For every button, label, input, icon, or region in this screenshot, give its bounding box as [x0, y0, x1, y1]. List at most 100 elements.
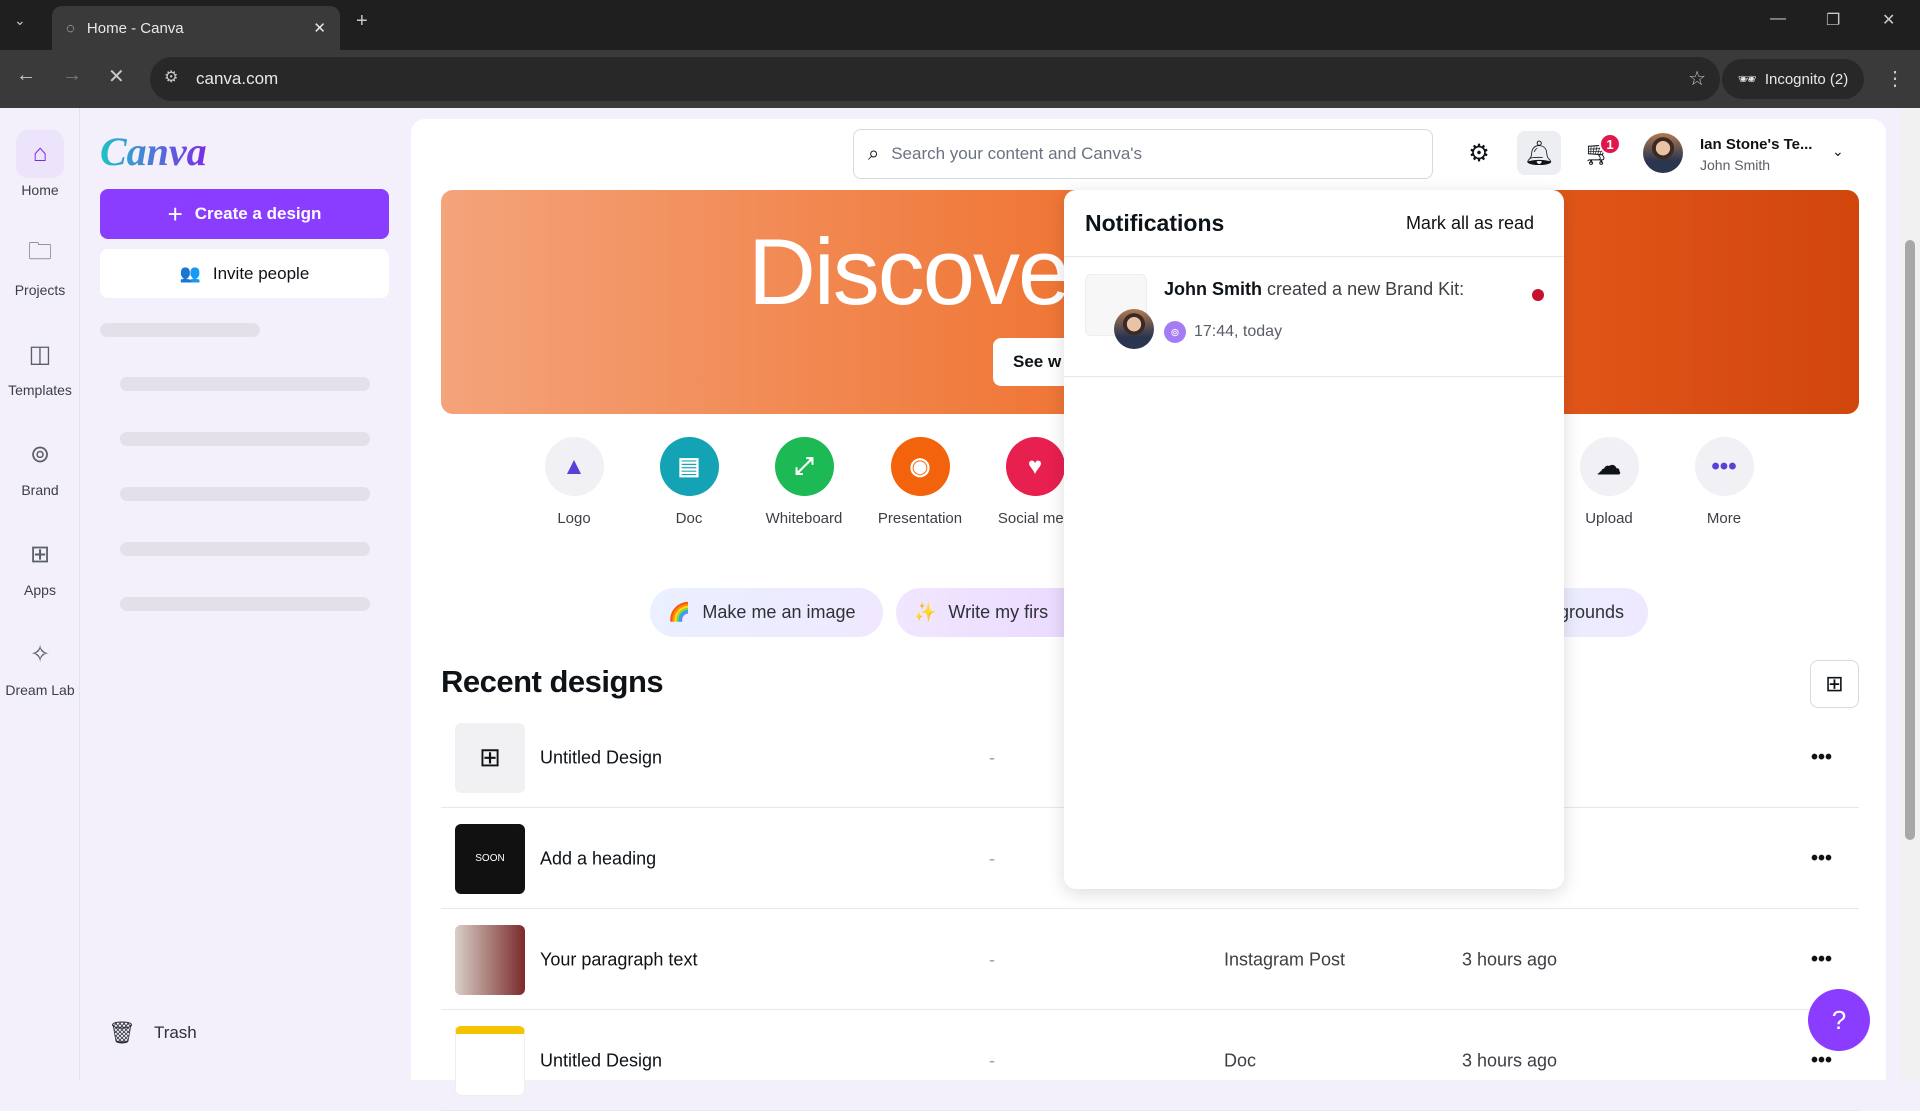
browser-tab[interactable]: ◌ Home - Canva ✕ — [52, 6, 340, 50]
scrollbar-thumb[interactable] — [1905, 240, 1915, 840]
new-tab-button[interactable]: + — [356, 10, 368, 33]
notifications-panel: Notifications Mark all as read John Smit… — [1064, 190, 1564, 889]
dream-lab-icon: ✧ — [29, 640, 51, 668]
design-name[interactable]: Untitled Design — [540, 1050, 662, 1071]
rail-item-templates[interactable]: ◫ Templates — [0, 330, 80, 399]
minimize-button[interactable]: — — [1770, 10, 1786, 28]
canva-logo[interactable]: Canva — [100, 128, 207, 175]
doc-icon: ▤ — [659, 437, 719, 496]
social-media-icon: ♥ — [1005, 437, 1065, 496]
rail-item-dream-lab[interactable]: ✧ Dream Lab — [0, 630, 80, 699]
banner-title: Discover — [748, 219, 1100, 324]
url-field[interactable]: ⚙ canva.com ☆ — [150, 57, 1720, 101]
ai-prompt-make-image[interactable]: 🌈 Make me an image — [650, 588, 883, 637]
quick-action-logo[interactable]: ▲ Logo — [519, 437, 629, 527]
notification-time: 17:44, today — [1194, 323, 1283, 340]
browser-menu-icon[interactable]: ⋮ — [1885, 66, 1905, 91]
quick-action-label: Doc — [675, 510, 703, 527]
avatar[interactable] — [1643, 133, 1683, 173]
stop-loading-button[interactable]: ✕ — [108, 64, 125, 89]
search-input[interactable]: ⌕ Search your content and Canva's — [853, 129, 1433, 179]
site-info-icon[interactable]: ⚙ — [164, 67, 178, 87]
quick-action-upload[interactable]: ☁ Upload — [1554, 437, 1664, 527]
grid-view-button[interactable]: ⊞ — [1810, 660, 1859, 708]
avatar — [1114, 309, 1154, 349]
add-person-icon: 👥 — [179, 263, 201, 283]
forward-button[interactable]: → — [62, 64, 82, 87]
design-owner: - — [989, 747, 995, 767]
rail-item-brand[interactable]: ⊚ Brand — [0, 430, 80, 499]
rail-label: Brand — [21, 482, 59, 498]
design-owner: - — [989, 848, 995, 868]
tab-search-button[interactable]: ⌄ — [14, 12, 26, 29]
sparkle-icon: ✨ — [914, 602, 937, 622]
quick-action-label: Whiteboard — [765, 510, 843, 527]
rail-item-home[interactable]: ⌂ Home — [0, 130, 80, 198]
invite-label: Invite people — [212, 263, 310, 283]
notification-item[interactable]: John Smith created a new Brand Kit: ⊚ 17… — [1064, 257, 1564, 377]
notifications-title: Notifications — [1085, 210, 1225, 236]
more-options-icon[interactable]: ••• — [1811, 948, 1832, 971]
close-window-button[interactable]: ✕ — [1882, 10, 1895, 30]
design-owner: - — [989, 1050, 995, 1070]
rail-item-apps[interactable]: ⊞ Apps — [0, 530, 80, 599]
more-icon: ••• — [1694, 437, 1754, 496]
table-row[interactable]: Your paragraph text - Instagram Post 3 hour… — [441, 910, 1859, 1010]
back-button[interactable]: ← — [16, 64, 36, 87]
more-options-icon[interactable]: ••• — [1811, 847, 1832, 870]
invite-people-button[interactable]: 👥 Invite people — [100, 249, 389, 298]
quick-action-presentation[interactable]: ◉ Presentation — [865, 437, 975, 527]
pill-label: grounds — [1558, 602, 1624, 622]
left-rail: ⌂ Home 🗀 Projects ◫ Templates ⊚ Brand ⊞ Apps … — [0, 108, 80, 1080]
restore-button[interactable]: ❐ — [1826, 10, 1840, 30]
notifications-bell-icon[interactable]: 🔔︎ — [1517, 131, 1561, 175]
table-row[interactable]: Untitled Design - Doc 3 hours ago ••• — [441, 1011, 1859, 1111]
quick-action-doc[interactable]: ▤ Doc — [634, 437, 744, 527]
design-name[interactable]: Your paragraph text — [540, 949, 697, 970]
quick-action-more[interactable]: ••• More — [1669, 437, 1779, 527]
more-options-icon[interactable]: ••• — [1811, 746, 1832, 769]
presentation-icon: ◉ — [890, 437, 950, 496]
bookmark-star-icon[interactable]: ☆ — [1688, 66, 1706, 91]
more-options-icon[interactable]: ••• — [1811, 1049, 1832, 1072]
search-placeholder: Search your content and Canva's — [891, 144, 1143, 163]
create-label: Create a design — [194, 204, 322, 223]
design-name[interactable]: Add a heading — [540, 848, 656, 869]
design-thumbnail — [455, 1025, 525, 1096]
user-name: John Smith — [1700, 157, 1771, 173]
upload-icon: ☁ — [1579, 437, 1639, 496]
apps-icon: ⊞ — [29, 540, 51, 568]
design-type: Doc — [1224, 1050, 1257, 1070]
help-label: ? — [1831, 1004, 1847, 1035]
rail-label: Home — [21, 182, 59, 198]
plus-icon: + — [167, 198, 183, 229]
incognito-indicator[interactable]: 🕶 Incognito (2) — [1722, 59, 1864, 99]
rail-label: Projects — [14, 282, 66, 298]
rail-label: Dream Lab — [5, 682, 75, 698]
chevron-down-icon[interactable]: ⌄ — [1832, 143, 1844, 160]
quick-action-label: More — [1706, 510, 1742, 527]
account-switcher[interactable]: Ian Stone's Te... John Smith — [1700, 135, 1812, 175]
trash-button[interactable]: 🗑 Trash — [108, 1020, 197, 1046]
design-thumbnail: ⊞ — [455, 722, 525, 793]
design-owner: - — [989, 949, 995, 969]
home-icon: ⌂ — [16, 130, 64, 178]
design-thumbnail: SOON — [455, 823, 525, 894]
design-type: Instagram Post — [1224, 949, 1346, 969]
create-design-button[interactable]: + Create a design — [100, 189, 389, 239]
settings-icon[interactable]: ⚙ — [1457, 131, 1501, 175]
rail-item-projects[interactable]: 🗀 Projects — [0, 230, 80, 299]
close-tab-icon[interactable]: ✕ — [313, 19, 326, 37]
help-button[interactable]: ? — [1808, 989, 1870, 1051]
quick-action-whiteboard[interactable]: ⤢ Whiteboard — [749, 437, 859, 527]
brand-icon: ⊚ — [29, 440, 51, 468]
design-name[interactable]: Untitled Design — [540, 747, 662, 768]
mark-all-read-button[interactable]: Mark all as read — [1406, 213, 1534, 234]
design-edited: 3 hours ago — [1462, 949, 1558, 969]
rail-label: Apps — [24, 582, 56, 598]
loading-skeleton — [120, 597, 370, 611]
notification-text: created a new Brand Kit: — [1267, 279, 1465, 299]
quick-action-label: Presentation — [877, 510, 963, 527]
trash-icon: 🗑 — [108, 1020, 136, 1045]
loading-skeleton — [120, 487, 370, 501]
